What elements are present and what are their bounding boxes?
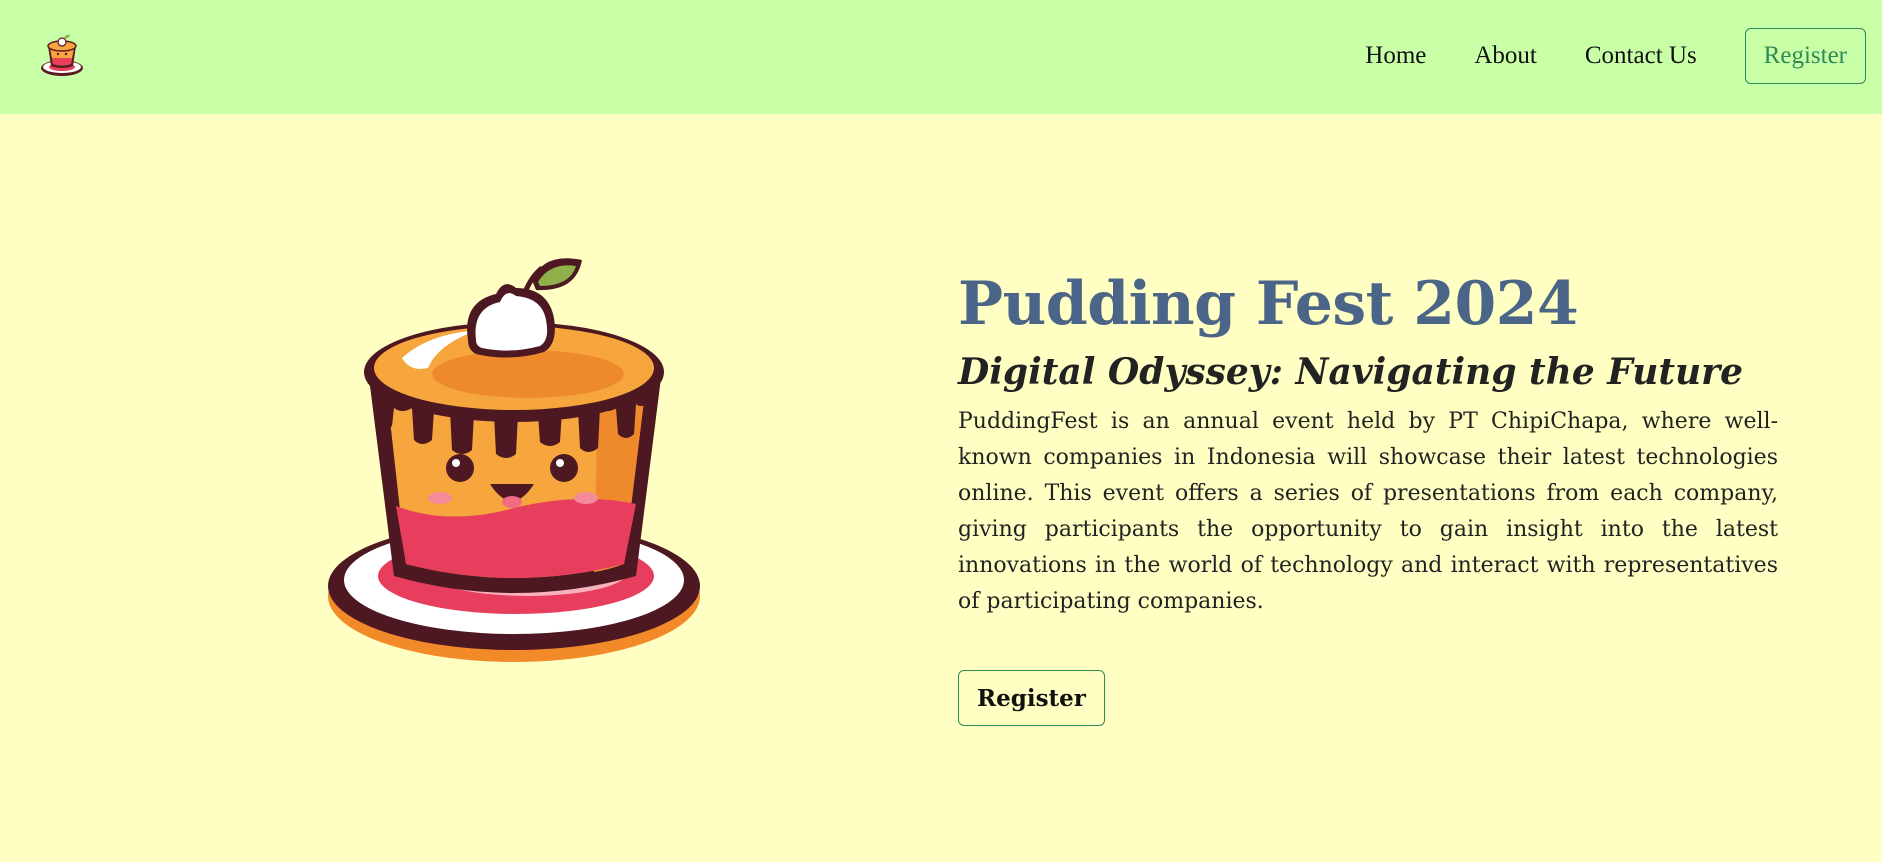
navbar: Home About Contact Us Register xyxy=(0,0,1882,114)
pudding-cake-icon[interactable] xyxy=(38,30,86,78)
nav-contact-link[interactable]: Contact Us xyxy=(1585,42,1697,70)
page-subtitle: Digital Odyssey: Navigating the Future xyxy=(958,351,1744,393)
hero-content: Pudding Fest 2024 Digital Odyssey: Navig… xyxy=(958,262,1778,726)
nav-register-button[interactable]: Register xyxy=(1744,28,1866,84)
event-description: PuddingFest is an annual event held by P… xyxy=(958,409,1778,614)
nav-about-link[interactable]: About xyxy=(1474,42,1537,70)
nav-home-link[interactable]: Home xyxy=(1365,42,1426,70)
register-button[interactable]: Register xyxy=(958,670,1105,726)
page-title: Pudding Fest 2024 xyxy=(958,269,1579,339)
nav-links: Home About Contact Us Register xyxy=(1365,28,1866,84)
pudding-cake-illustration xyxy=(328,258,700,662)
